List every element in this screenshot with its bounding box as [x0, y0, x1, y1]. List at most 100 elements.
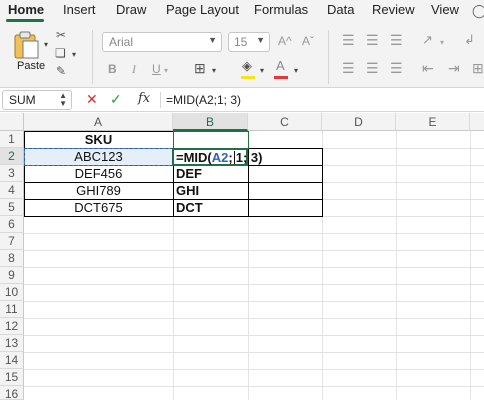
- ribbon-separator: [328, 30, 329, 84]
- grow-font-button[interactable]: A^: [278, 34, 292, 48]
- column-header-e[interactable]: E: [396, 113, 470, 131]
- row-header-8[interactable]: 8: [0, 250, 24, 267]
- font-size-value: 15: [234, 35, 248, 49]
- copy-dropdown-icon[interactable]: ▾: [72, 50, 76, 59]
- lightbulb-icon[interactable]: ◯: [472, 3, 484, 19]
- align-bottom-icon[interactable]: ☰: [390, 32, 403, 49]
- column-header-d[interactable]: D: [322, 113, 396, 131]
- paste-icon[interactable]: [12, 30, 40, 60]
- chevron-down-icon: ▼: [208, 35, 217, 45]
- cell-b4[interactable]: GHI: [176, 182, 248, 199]
- cell-a4[interactable]: GHI789: [24, 182, 173, 199]
- row-header-12[interactable]: 12: [0, 318, 24, 335]
- align-middle-icon[interactable]: ☰: [366, 32, 379, 49]
- column-header-overflow: [470, 113, 484, 131]
- cell-b3[interactable]: DEF: [176, 165, 248, 182]
- cell-a2[interactable]: ABC123: [24, 148, 173, 165]
- column-header-b[interactable]: B: [173, 113, 248, 131]
- gridline: [24, 233, 484, 234]
- formula-input[interactable]: =MID(A2;1; 3): [166, 93, 241, 107]
- edit-text-suffix: 1; 3): [235, 150, 263, 165]
- orientation-dropdown-icon[interactable]: ▾: [440, 38, 444, 47]
- edit-text-separator: ;: [228, 150, 233, 165]
- tab-home[interactable]: Home: [8, 2, 44, 17]
- row-header-13[interactable]: 13: [0, 335, 24, 352]
- row-header-1[interactable]: 1: [0, 131, 24, 148]
- align-right-icon[interactable]: ☰: [390, 60, 403, 77]
- align-top-icon[interactable]: ☰: [342, 32, 355, 49]
- cancel-icon[interactable]: ✕: [86, 91, 98, 108]
- wrap-text-icon[interactable]: ↲: [464, 32, 475, 48]
- orientation-icon[interactable]: ↗: [422, 32, 433, 48]
- tab-data[interactable]: Data: [327, 2, 354, 17]
- cell-a3[interactable]: DEF456: [24, 165, 173, 182]
- format-painter-icon[interactable]: ✎: [56, 64, 66, 78]
- paste-label: Paste: [17, 60, 46, 72]
- row-header-7[interactable]: 7: [0, 233, 24, 250]
- formula-bar: SUM ▲ ▼ ✕ ✓ fx =MID(A2;1; 3): [0, 88, 484, 112]
- name-box-value: SUM: [9, 93, 36, 107]
- row-header-6[interactable]: 6: [0, 216, 24, 233]
- gridline: [24, 250, 484, 251]
- tab-review[interactable]: Review: [372, 2, 415, 17]
- cell-a1[interactable]: SKU: [24, 131, 173, 148]
- row-header-9[interactable]: 9: [0, 267, 24, 284]
- paste-dropdown-icon[interactable]: ▾: [44, 40, 48, 49]
- tab-draw[interactable]: Draw: [116, 2, 146, 17]
- bold-button[interactable]: B: [108, 62, 117, 76]
- merge-cells-icon[interactable]: ⊞: [472, 60, 484, 77]
- font-color-dropdown-icon[interactable]: ▾: [294, 66, 298, 75]
- gridline: [24, 301, 484, 302]
- row-header-10[interactable]: 10: [0, 284, 24, 301]
- worksheet-grid[interactable]: A B C D E 1 2 3 4 5 6 7 8 9 10 11 12 13 …: [0, 113, 484, 400]
- formula-bar-separator: [160, 92, 161, 108]
- row-header-14[interactable]: 14: [0, 352, 24, 369]
- enter-check-icon[interactable]: ✓: [110, 91, 122, 108]
- fill-color-dropdown-icon[interactable]: ▾: [260, 66, 264, 75]
- cell-a5[interactable]: DCT675: [24, 199, 173, 216]
- tab-page-layout[interactable]: Page Layout: [166, 2, 239, 17]
- row-header-4[interactable]: 4: [0, 182, 24, 199]
- row-header-11[interactable]: 11: [0, 301, 24, 318]
- font-name-select[interactable]: Arial ▼: [102, 32, 222, 52]
- copy-icon[interactable]: ❏: [55, 46, 66, 60]
- decrease-indent-icon[interactable]: ⇤: [422, 60, 434, 77]
- tab-formulas[interactable]: Formulas: [254, 2, 308, 17]
- cell-b1-highlight: [173, 131, 249, 149]
- row-header-15[interactable]: 15: [0, 369, 24, 386]
- align-left-icon[interactable]: ☰: [342, 60, 355, 77]
- gridline: [24, 284, 484, 285]
- cell-b2-editor[interactable]: =MID(A2; 1; 3): [176, 149, 262, 166]
- shrink-font-button[interactable]: Aˇ: [302, 34, 314, 48]
- column-header-a[interactable]: A: [24, 113, 173, 131]
- increase-indent-icon[interactable]: ⇥: [448, 60, 460, 77]
- ribbon-separator: [92, 30, 93, 84]
- tab-insert[interactable]: Insert: [63, 2, 96, 17]
- column-header-c[interactable]: C: [248, 113, 322, 131]
- select-all-corner[interactable]: [0, 113, 24, 131]
- underline-dropdown-icon[interactable]: ▾: [164, 66, 168, 75]
- font-size-select[interactable]: 15 ▼: [228, 32, 270, 52]
- italic-button[interactable]: I: [132, 62, 136, 77]
- align-center-icon[interactable]: ☰: [366, 60, 379, 77]
- gridline: [24, 352, 484, 353]
- name-box[interactable]: SUM ▲ ▼: [2, 90, 72, 110]
- name-box-stepper-icon[interactable]: ▲ ▼: [59, 92, 67, 108]
- fill-color-icon[interactable]: ◈: [242, 58, 252, 74]
- font-color-icon[interactable]: A: [276, 58, 285, 73]
- row-header-5[interactable]: 5: [0, 199, 24, 216]
- cell-b5[interactable]: DCT: [176, 199, 248, 216]
- row-header-3[interactable]: 3: [0, 165, 24, 182]
- gridline: [470, 131, 471, 400]
- insert-function-button[interactable]: fx: [138, 91, 150, 106]
- gridline: [24, 386, 484, 387]
- font-color-swatch: [274, 76, 288, 79]
- row-header-2[interactable]: 2: [0, 148, 24, 165]
- borders-dropdown-icon[interactable]: ▾: [212, 66, 216, 75]
- row-header-16[interactable]: 16: [0, 386, 24, 400]
- tab-view[interactable]: View: [431, 2, 459, 17]
- ribbon-tab-bar: Home Insert Draw Page Layout Formulas Da…: [0, 0, 484, 22]
- borders-icon[interactable]: ⊞: [194, 60, 206, 77]
- cut-icon[interactable]: ✂: [56, 28, 66, 42]
- underline-button[interactable]: U: [152, 62, 161, 76]
